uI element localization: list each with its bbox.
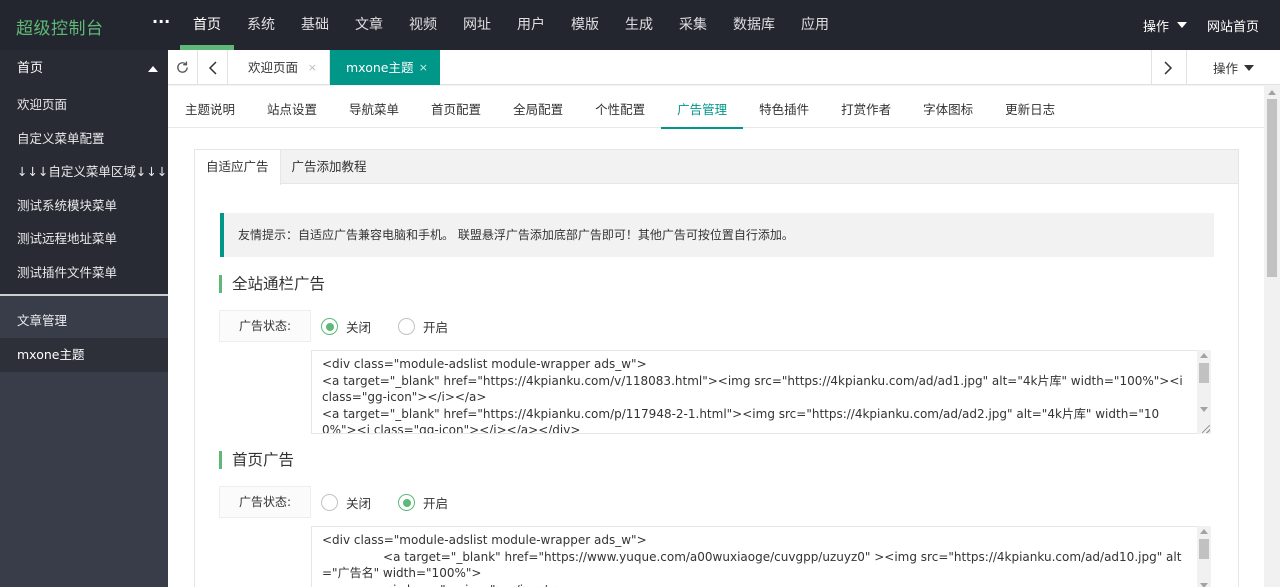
top-nav-article[interactable]: 文章 — [342, 0, 396, 50]
top-nav-basic[interactable]: 基础 — [288, 0, 342, 50]
radio-label: 关闭 — [346, 496, 372, 511]
caret-up-icon — [148, 66, 158, 72]
sidebar-item-custom-menu-area[interactable]: ↓↓↓自定义菜单区域↓↓↓ — [0, 155, 168, 189]
tab-mxone-theme[interactable]: mxone主题 × — [330, 50, 440, 85]
textarea-scrollbar[interactable] — [1197, 350, 1211, 434]
radio-label: 开启 — [423, 496, 449, 511]
top-nav-database[interactable]: 数据库 — [720, 0, 788, 50]
friendly-tip: 友情提示：自适应广告兼容电脑和手机。 联盟悬浮广告添加底部广告即可！其他广告可按… — [220, 213, 1214, 257]
tab-font-icons[interactable]: 字体图标 — [907, 86, 989, 128]
operations-label: 操作 — [1142, 19, 1169, 35]
radio-circle — [398, 494, 415, 511]
tab-home-config[interactable]: 首页配置 — [415, 86, 497, 128]
radio-on[interactable]: 开启 — [398, 317, 448, 336]
caret-down-icon — [1244, 64, 1254, 71]
tab-global-config[interactable]: 全局配置 — [497, 86, 579, 128]
section-title-sitewide-banner: 全站通栏广告 — [219, 275, 325, 293]
ad-settings-card: 自适应广告 广告添加教程 友情提示：自适应广告兼容电脑和手机。 联盟悬浮广告添加… — [194, 149, 1239, 587]
refresh-button[interactable] — [168, 50, 198, 85]
tab-site-settings[interactable]: 站点设置 — [251, 86, 333, 128]
ad-code-textarea[interactable]: <div class="module-adslist module-wrappe… — [311, 526, 1211, 587]
tab-adaptive-ads[interactable]: 自适应广告 — [195, 150, 281, 185]
radio-circle — [398, 318, 415, 335]
sidebar-submenu: 欢迎页面 自定义菜单配置 ↓↓↓自定义菜单区域↓↓↓ 测试系统模块菜单 测试远程… — [0, 88, 168, 294]
section-title-home-ads: 首页广告 — [219, 451, 294, 469]
sidebar-item-test-remote-url[interactable]: 测试远程地址菜单 — [0, 222, 168, 256]
sidebar-group-label: 首页 — [17, 61, 44, 76]
app-logo[interactable]: 超级控制台 — [16, 14, 104, 39]
tab-nav-menu[interactable]: 导航菜单 — [333, 86, 415, 128]
ad-type-tabs: 自适应广告 广告添加教程 — [195, 150, 1238, 185]
theme-settings-tabs: 主题说明 站点设置 导航菜单 首页配置 全局配置 个性配置 广告管理 特色插件 … — [168, 86, 1264, 129]
sidebar-divider — [0, 293, 168, 296]
top-nav-user[interactable]: 用户 — [504, 0, 558, 50]
caret-down-icon — [1176, 22, 1187, 28]
tab-operations-label: 操作 — [1212, 61, 1238, 76]
scroll-thumb[interactable] — [1267, 99, 1277, 277]
tab-label: 欢迎页面 — [248, 60, 299, 75]
tab-tip-author[interactable]: 打赏作者 — [825, 86, 907, 128]
top-nav-generate[interactable]: 生成 — [612, 0, 666, 50]
top-right-menu: 操作 网站首页 — [1143, 0, 1280, 50]
sidebar-group-home[interactable]: 首页 — [0, 50, 168, 88]
resize-handle-icon[interactable] — [1202, 425, 1210, 433]
operations-dropdown[interactable]: 操作 — [1143, 16, 1187, 35]
sidebar-item-test-system-module[interactable]: 测试系统模块菜单 — [0, 189, 168, 223]
page-tab-bar: 欢迎页面 × mxone主题 × 操作 — [168, 50, 1280, 85]
tab-ad-management[interactable]: 广告管理 — [661, 86, 744, 129]
close-icon[interactable]: × — [419, 50, 428, 85]
radio-on[interactable]: 开启 — [398, 493, 448, 512]
tab-personal-config[interactable]: 个性配置 — [579, 86, 661, 128]
radio-circle — [321, 494, 338, 511]
top-nav-video[interactable]: 视频 — [396, 0, 450, 50]
radio-label: 关闭 — [346, 320, 372, 335]
site-home-link[interactable]: 网站首页 — [1207, 16, 1259, 35]
tab-operations-dropdown[interactable]: 操作 — [1186, 50, 1280, 85]
textarea-scrollbar[interactable] — [1197, 526, 1211, 587]
tabs-prev-button[interactable] — [198, 50, 228, 85]
top-nav-system[interactable]: 系统 — [234, 0, 288, 50]
tab-theme-intro[interactable]: 主题说明 — [169, 86, 251, 128]
radio-off[interactable]: 关闭 — [321, 317, 371, 336]
tab-changelog[interactable]: 更新日志 — [989, 86, 1071, 128]
top-nav-url[interactable]: 网址 — [450, 0, 504, 50]
sidebar-item-article-manage[interactable]: 文章管理 — [0, 304, 168, 338]
main-content: 主题说明 站点设置 导航菜单 首页配置 全局配置 个性配置 广告管理 特色插件 … — [168, 86, 1264, 587]
sidebar-item-custom-menu-config[interactable]: 自定义菜单配置 — [0, 122, 168, 156]
scroll-up-icon[interactable] — [1268, 90, 1276, 95]
top-nav-home[interactable]: 首页 — [180, 0, 234, 50]
ad-status-label: 广告状态: — [219, 486, 311, 518]
more-menu-icon[interactable]: ··· — [152, 12, 170, 31]
sidebar-item-mxone-theme[interactable]: mxone主题 — [0, 337, 168, 372]
sidebar-item-welcome[interactable]: 欢迎页面 — [0, 88, 168, 122]
refresh-icon — [177, 61, 188, 73]
sidebar-item-test-plugin-file[interactable]: 测试插件文件菜单 — [0, 256, 168, 290]
top-bar: 超级控制台 ··· 首页 系统 基础 文章 视频 网址 用户 模版 生成 采集 … — [0, 0, 1280, 50]
chevron-right-icon — [1163, 60, 1172, 75]
ad-code-textarea[interactable]: <div class="module-adslist module-wrappe… — [311, 350, 1211, 434]
ad-status-label: 广告状态: — [219, 310, 311, 342]
tab-welcome[interactable]: 欢迎页面 × — [232, 50, 330, 85]
close-icon[interactable]: × — [308, 50, 317, 85]
tab-ad-tutorial[interactable]: 广告添加教程 — [281, 150, 378, 184]
page-scrollbar[interactable] — [1264, 86, 1280, 587]
sidebar-list: 文章管理 mxone主题 — [0, 296, 168, 372]
tabs-next-button[interactable] — [1151, 50, 1183, 85]
top-nav: 首页 系统 基础 文章 视频 网址 用户 模版 生成 采集 数据库 应用 — [180, 0, 842, 50]
sidebar: 首页 欢迎页面 自定义菜单配置 ↓↓↓自定义菜单区域↓↓↓ 测试系统模块菜单 测… — [0, 50, 168, 587]
tab-featured-plugins[interactable]: 特色插件 — [743, 86, 825, 128]
tab-label: mxone主题 — [346, 60, 414, 75]
radio-label: 开启 — [423, 320, 449, 335]
top-nav-apps[interactable]: 应用 — [788, 0, 842, 50]
top-nav-collect[interactable]: 采集 — [666, 0, 720, 50]
chevron-left-icon — [208, 60, 217, 75]
top-nav-template[interactable]: 模版 — [558, 0, 612, 50]
radio-off[interactable]: 关闭 — [321, 493, 371, 512]
radio-circle — [321, 318, 338, 335]
